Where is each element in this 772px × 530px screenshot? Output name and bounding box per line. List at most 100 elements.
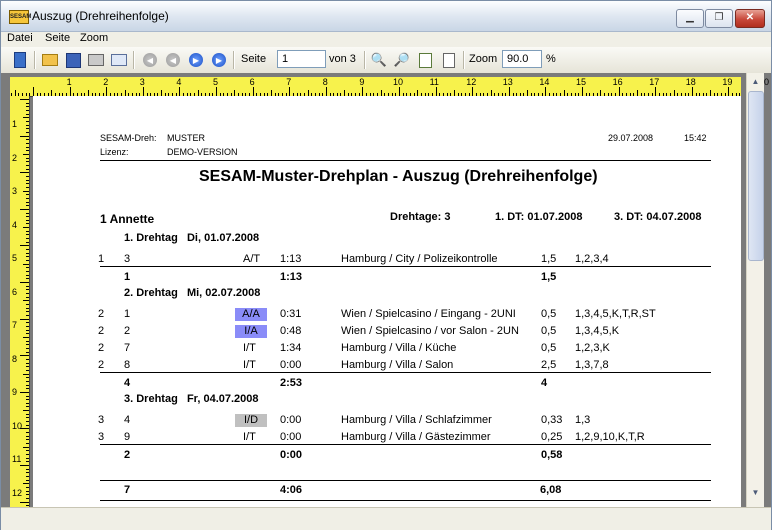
mail-icon[interactable] [109, 50, 129, 70]
first-shoot-date: 1. DT: 01.07.2008 [495, 211, 583, 223]
ruler-tick [26, 311, 29, 313]
ruler-tick [252, 87, 254, 96]
ruler-tick [26, 230, 29, 232]
scene-day-number: 2 [98, 359, 105, 371]
ruler-tick [26, 494, 29, 496]
ruler-tick [26, 366, 29, 368]
ruler-tick [26, 249, 29, 251]
horizontal-ruler: 1 2 3 4 5 6 7 8 9 10 11 12 13 14 15 16 17 18 19 20 [10, 77, 769, 97]
day-duration: 1:13 [280, 271, 303, 283]
ruler-tick [26, 329, 29, 331]
ruler-tick [26, 285, 29, 287]
vertical-ruler: 1 2 3 4 5 6 7 8 9 10 11 12 [10, 96, 30, 507]
ruler-tick [20, 99, 29, 100]
menu-zoom[interactable]: Zoom [80, 32, 108, 44]
ruler-number: 6 [249, 77, 255, 87]
scroll-up-icon[interactable]: ▲ [747, 73, 764, 90]
last-page-icon[interactable]: ▶ [209, 50, 229, 70]
app-logo-icon: SESAM [9, 10, 31, 24]
ruler-tick [26, 157, 29, 159]
first-page-icon[interactable]: ◀ [140, 50, 160, 70]
open-folder-icon[interactable] [40, 50, 60, 70]
preview-area[interactable]: 1 2 3 4 5 6 7 8 9 10 11 12 13 14 15 16 17 18 19 20 12345678… [1, 73, 771, 507]
person-heading: 1 Annette [100, 212, 155, 226]
day-scene-count: 4 [124, 377, 131, 389]
report-license-label: Lizenz: [100, 147, 129, 157]
previous-page-icon[interactable]: ◀ [163, 50, 183, 70]
ruler-number: 4 [12, 219, 18, 230]
scene-type: I/T [243, 359, 256, 371]
report-title: SESAM-Muster-Drehplan - Auszug (Drehreih… [199, 168, 598, 185]
ruler-tick [23, 336, 29, 338]
ruler-tick [26, 497, 29, 499]
toolbar-separator [133, 51, 135, 69]
day-duration: 2:53 [280, 377, 303, 389]
ruler-tick [26, 424, 29, 426]
title-bar: SESAM Auszug (Drehreihenfolge) ▁ ❐ ✕ [1, 1, 771, 32]
scene-day-number: 1 [98, 253, 105, 265]
ruler-tick [26, 340, 29, 342]
menu-datei[interactable]: Datei [7, 32, 33, 44]
menu-seite[interactable]: Seite [45, 32, 70, 44]
ruler-number: 14 [539, 77, 550, 87]
toolbar-separator [364, 51, 366, 69]
ruler-number: 13 [502, 77, 513, 87]
ruler-tick [26, 260, 29, 261]
ruler-tick [26, 293, 29, 294]
page-number-input[interactable] [277, 50, 326, 68]
scene-cast: 1,3,4,5,K,T,R,ST [575, 308, 656, 320]
ruler-tick [26, 164, 29, 166]
ruler-tick [26, 454, 29, 455]
ruler-tick [26, 194, 29, 196]
fit-page-icon[interactable] [415, 50, 435, 70]
scene-duration: 1:34 [280, 342, 302, 354]
ruler-tick [26, 351, 29, 353]
scroll-down-icon[interactable]: ▼ [747, 484, 764, 501]
ruler-number: 3 [139, 77, 145, 87]
report-license-value: DEMO-VERSION [167, 147, 238, 157]
print-icon[interactable] [86, 50, 106, 70]
ruler-tick [26, 457, 29, 459]
ruler-tick [20, 282, 29, 283]
minimize-button[interactable]: ▁ [676, 9, 704, 28]
exit-icon[interactable] [10, 50, 30, 70]
shooting-day-heading: 2. Drehtag Mi, 02.07.2008 [124, 287, 261, 299]
ruler-tick [26, 113, 29, 115]
ruler-tick [26, 161, 29, 163]
shooting-day-heading: 1. Drehtag Di, 01.07.2008 [124, 232, 260, 244]
maximize-button[interactable]: ❐ [705, 9, 733, 28]
ruler-tick [23, 410, 29, 412]
zoom-in-icon[interactable]: 🔍 [369, 50, 389, 70]
toolbar: ◀ ◀ ▶ ▶ Seite von 3 🔍 🔎 Zoom % [1, 47, 771, 74]
ruler-tick [23, 483, 29, 485]
ruler-number: 5 [12, 253, 18, 263]
zoom-input[interactable] [502, 50, 542, 68]
ruler-tick [26, 219, 29, 221]
report-date: 29.07.2008 [608, 133, 654, 143]
scene-pages: 1,5 [541, 253, 557, 265]
scene-cast: 1,2,9,10,K,T,R [575, 431, 645, 443]
close-button[interactable]: ✕ [735, 9, 765, 28]
divider [100, 480, 711, 481]
toolbar-separator [34, 51, 36, 69]
day-scene-count: 1 [124, 271, 131, 283]
zoom-out-icon[interactable]: 🔎 [392, 50, 412, 70]
ruler-tick [26, 234, 29, 236]
drehtage-count: Drehtage: 3 [390, 211, 451, 223]
scene-type-badge: A/A [235, 308, 267, 321]
scene-type-badge: I/A [235, 325, 267, 338]
ruler-tick [26, 333, 29, 335]
vertical-scrollbar[interactable]: ▲ ▼ [746, 73, 764, 507]
ruler-tick [26, 307, 29, 309]
scene-day-number: 2 [98, 325, 105, 337]
app-window: SESAM Auszug (Drehreihenfolge) ▁ ❐ ✕ Dat… [0, 0, 772, 530]
save-icon[interactable] [63, 50, 83, 70]
scroll-thumb[interactable] [748, 91, 764, 261]
ruler-tick [26, 110, 29, 111]
scene-location: Hamburg / Villa / Schlafzimmer [341, 414, 492, 426]
ruler-tick [23, 300, 29, 302]
next-page-icon[interactable]: ▶ [186, 50, 206, 70]
page-width-icon[interactable] [439, 50, 459, 70]
scene-duration: 1:13 [280, 253, 302, 265]
scene-cast: 1,3 [575, 414, 591, 426]
